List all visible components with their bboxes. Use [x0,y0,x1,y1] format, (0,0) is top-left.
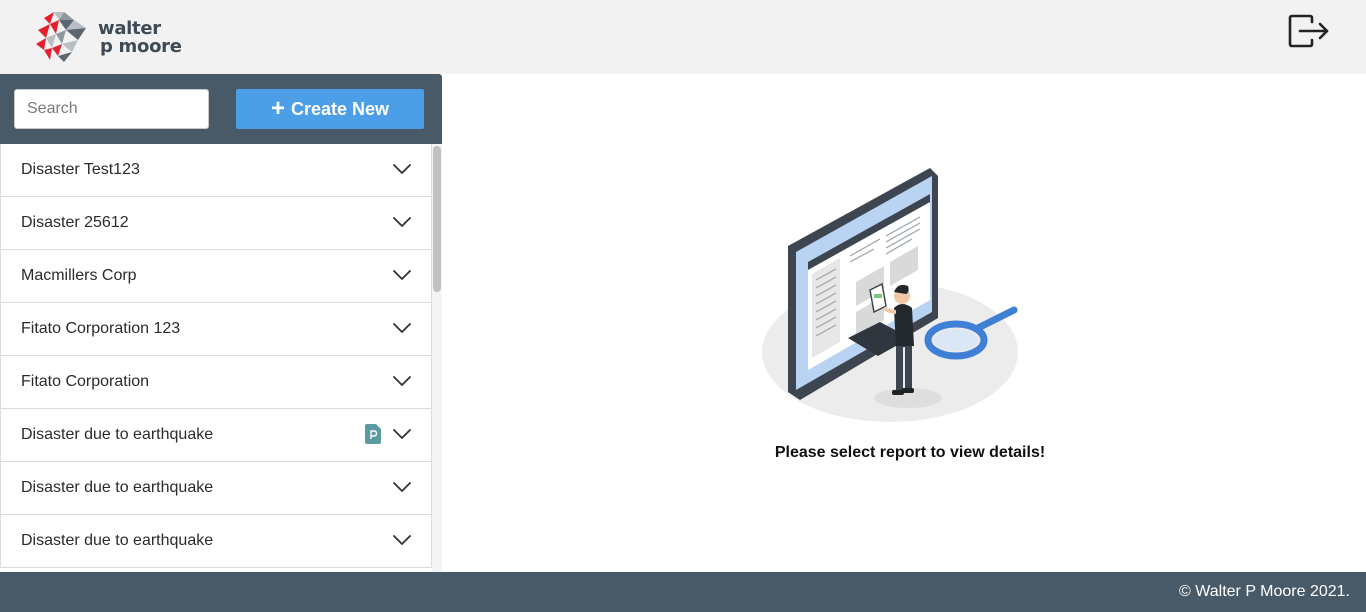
report-list-item[interactable]: Disaster Test123 [1,144,431,197]
report-list-container: Disaster Test123 Disaster 25612 Macmillers… [0,144,442,572]
report-item-label: Fitato Corporation [21,373,150,390]
plus-icon: + [270,95,285,122]
report-list-item[interactable]: Disaster due to earthquake [1,462,431,515]
report-list-item[interactable]: Disaster due to earthquake [1,409,431,462]
chevron-down-icon[interactable] [393,534,411,546]
empty-state-message: Please select report to view details! [774,444,1046,461]
sidebar-toolbar: + Create New [0,74,442,144]
report-item-label: Disaster due to earthquake [21,532,214,549]
create-new-label: Create New [290,98,390,119]
pdf-file-icon[interactable] [365,424,381,444]
report-list-item[interactable]: Fitato Corporation [1,356,431,409]
chevron-down-icon[interactable] [393,322,411,334]
report-list: Disaster Test123 Disaster 25612 Macmillers… [0,144,432,568]
chevron-down-icon[interactable] [393,481,411,493]
report-sidebar: + Create New Disaster Test123 Disaster 25… [0,74,442,572]
report-item-label: Disaster due to earthquake [21,479,214,496]
chevron-down-icon[interactable] [393,269,411,281]
report-review-illustration [762,168,1018,422]
report-item-label: Fitato Corporation 123 [21,320,181,337]
main-content: Please select report to view details! [442,74,1366,572]
walter-p-moore-logo[interactable]: walter p moore [34,10,204,64]
report-list-item[interactable]: Macmillers Corp [1,250,431,303]
report-list-item[interactable]: Disaster due to earthquake [1,515,431,568]
app-header: walter p moore [0,0,1366,74]
report-item-label: Disaster due to earthquake [21,426,214,443]
report-list-item[interactable]: Disaster 25612 [1,197,431,250]
report-item-label: Disaster Test123 [21,161,140,178]
logout-icon[interactable] [1288,14,1330,48]
logo-line-2: p moore [100,36,182,57]
report-list-item[interactable]: Fitato Corporation 123 [1,303,431,356]
create-new-button[interactable]: + Create New [236,89,424,129]
chevron-down-icon[interactable] [393,216,411,228]
chevron-down-icon[interactable] [393,375,411,387]
chevron-down-icon[interactable] [393,163,411,175]
logo-wordmark: walter p moore [98,20,182,56]
logo-mark-icon [36,12,86,62]
scrollbar-thumb[interactable] [433,146,441,292]
search-input[interactable] [14,89,209,129]
report-item-label: Macmillers Corp [21,267,137,284]
scrollbar[interactable] [432,144,442,572]
copyright-text: © Walter P Moore 2021. [1179,583,1350,600]
chevron-down-icon[interactable] [393,428,411,440]
report-item-label: Disaster 25612 [21,214,129,231]
app-footer: © Walter P Moore 2021. [0,572,1366,612]
